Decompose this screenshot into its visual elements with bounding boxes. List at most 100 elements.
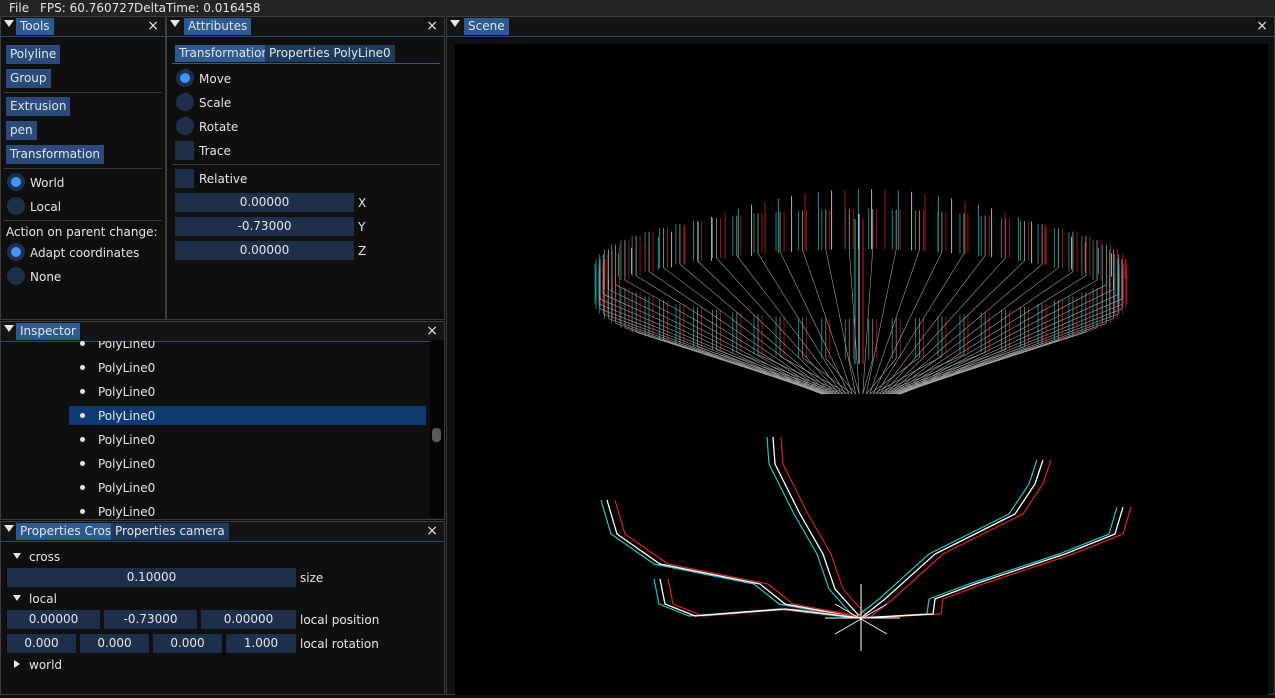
trace-label: Trace xyxy=(199,144,231,158)
world-radio[interactable] xyxy=(7,173,25,191)
move-radio[interactable] xyxy=(176,69,194,87)
cross-node-label[interactable]: cross xyxy=(29,550,60,564)
tree-bullet-icon xyxy=(80,461,85,466)
close-icon[interactable]: × xyxy=(1256,17,1268,35)
group-button[interactable]: Group xyxy=(6,69,51,88)
tab-properties-camera[interactable]: Properties camera xyxy=(111,523,229,540)
dish-spoke xyxy=(608,289,824,395)
collapse-arrow-icon[interactable] xyxy=(4,525,14,532)
scene-render xyxy=(594,189,1132,651)
tree-bullet-icon xyxy=(80,509,85,514)
y-input[interactable]: -0.73000 xyxy=(175,217,354,236)
stem-red xyxy=(868,506,1132,619)
local-node-label[interactable]: local xyxy=(29,592,57,606)
stem xyxy=(772,436,862,619)
expand-arrow-icon[interactable] xyxy=(13,553,21,559)
stem-cyan xyxy=(600,499,856,619)
extrusion-button[interactable]: Extrusion xyxy=(6,97,71,116)
tools-titlebar[interactable]: Tools × xyxy=(1,17,165,37)
scene-viewport[interactable] xyxy=(455,44,1268,695)
dish-spoke xyxy=(848,249,860,395)
dish-spoke xyxy=(900,298,1123,395)
close-icon[interactable]: × xyxy=(426,17,438,35)
stem-red xyxy=(780,436,870,619)
stem xyxy=(606,499,862,619)
transformation-button[interactable]: Transformation xyxy=(6,145,105,164)
menu-bar: File FPS: 60.760727 DeltaTime: 0.016458 xyxy=(0,0,1275,16)
close-icon[interactable]: × xyxy=(426,322,438,340)
expand-arrow-icon[interactable] xyxy=(13,595,21,601)
list-item-selected[interactable]: PolyLine0 xyxy=(98,409,155,423)
dish-spoke xyxy=(866,358,897,395)
trace-checkbox[interactable] xyxy=(175,141,194,160)
list-item[interactable]: PolyLine0 xyxy=(98,361,155,375)
local-position-label: local position xyxy=(300,613,380,627)
z-input[interactable]: 0.00000 xyxy=(175,241,354,260)
tree-bullet-icon xyxy=(80,389,85,394)
tab-properties-polyline[interactable]: Properties PolyLine0 xyxy=(265,45,395,62)
world-node-label[interactable]: world xyxy=(29,658,62,672)
rotate-radio[interactable] xyxy=(176,117,194,135)
none-radio[interactable] xyxy=(7,267,25,285)
file-menu[interactable]: File xyxy=(9,1,29,15)
relative-label: Relative xyxy=(199,172,248,186)
stem-cyan xyxy=(854,506,1118,619)
list-item[interactable]: PolyLine0 xyxy=(98,433,155,447)
local-rotation-z-input[interactable]: 0.000 xyxy=(153,634,222,653)
tree-bullet-icon xyxy=(80,413,85,418)
adapt-coordinates-label: Adapt coordinates xyxy=(30,246,140,260)
tools-title[interactable]: Tools xyxy=(16,18,54,35)
divider xyxy=(4,92,162,93)
local-position-z-input[interactable]: 0.00000 xyxy=(201,610,296,629)
properties-titlebar[interactable]: Properties Cross Properties camera × xyxy=(1,522,444,542)
local-rotation-y-input[interactable]: 0.000 xyxy=(80,634,149,653)
dish-spoke xyxy=(599,308,822,395)
rotate-label: Rotate xyxy=(199,120,239,134)
collapse-arrow-icon[interactable] xyxy=(170,20,180,27)
list-item[interactable]: PolyLine0 xyxy=(98,481,155,495)
attributes-title[interactable]: Attributes xyxy=(184,18,252,35)
inspector-title[interactable]: Inspector xyxy=(16,323,80,340)
close-icon[interactable]: × xyxy=(426,522,438,540)
size-input[interactable]: 0.10000 xyxy=(7,568,296,587)
local-position-x-input[interactable]: 0.00000 xyxy=(7,610,100,629)
collapse-arrow-icon[interactable] xyxy=(4,325,14,332)
scene-title[interactable]: Scene xyxy=(464,18,509,35)
inspector-titlebar[interactable]: Inspector × xyxy=(1,322,444,342)
list-item[interactable]: PolyLine0 xyxy=(98,341,155,351)
collapse-arrow-icon[interactable] xyxy=(4,20,14,27)
scale-radio[interactable] xyxy=(176,93,194,111)
close-icon[interactable]: × xyxy=(147,17,159,35)
divider xyxy=(172,164,440,165)
dish-spoke xyxy=(598,303,822,395)
dish-spoke xyxy=(624,279,826,395)
scene-titlebar[interactable]: Scene × xyxy=(447,17,1274,37)
attributes-titlebar[interactable]: Attributes × xyxy=(167,17,444,37)
inspector-tree: PolyLine0 PolyLine0 PolyLine0 PolyLine0 … xyxy=(0,341,428,519)
y-label: Y xyxy=(358,220,366,234)
tab-properties-cross[interactable]: Properties Cross xyxy=(16,523,122,540)
dish-spoke xyxy=(615,284,825,395)
list-item[interactable]: PolyLine0 xyxy=(98,505,155,519)
local-radio[interactable] xyxy=(7,197,25,215)
collapsed-arrow-icon[interactable] xyxy=(14,660,20,668)
polyline-button[interactable]: Polyline xyxy=(6,45,61,64)
dish-spoke xyxy=(897,284,1107,395)
list-item[interactable]: PolyLine0 xyxy=(98,457,155,471)
local-rotation-x-input[interactable]: 0.000 xyxy=(7,634,76,653)
local-position-y-input[interactable]: -0.73000 xyxy=(104,610,197,629)
tree-bullet-icon xyxy=(80,365,85,370)
inspector-scrollbar-thumb[interactable] xyxy=(432,428,441,442)
local-rotation-w-input[interactable]: 1.000 xyxy=(226,634,296,653)
list-item[interactable]: PolyLine0 xyxy=(98,385,155,399)
relative-checkbox[interactable] xyxy=(175,169,194,188)
tree-bullet-icon xyxy=(80,485,85,490)
tab-transformation[interactable]: Transformation xyxy=(175,45,274,62)
stem-cyan xyxy=(766,436,856,619)
pen-button[interactable]: pen xyxy=(6,121,37,140)
x-label: X xyxy=(358,196,367,210)
collapse-arrow-icon[interactable] xyxy=(450,20,460,27)
x-input[interactable]: 0.00000 xyxy=(175,193,354,212)
adapt-coordinates-radio[interactable] xyxy=(7,243,25,261)
dish-spoke xyxy=(862,249,874,395)
